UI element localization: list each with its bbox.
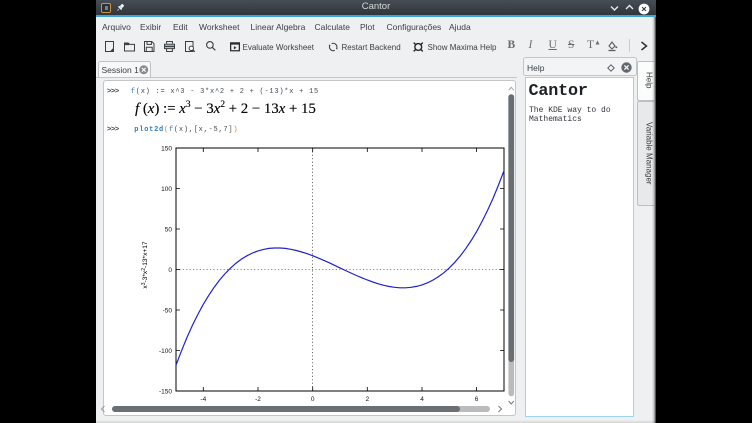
- svg-text:-4: -4: [200, 396, 206, 403]
- svg-text:x3-3*x2-13*x+17: x3-3*x2-13*x+17: [141, 241, 149, 289]
- svg-text:-2: -2: [255, 396, 261, 403]
- svg-text:150: 150: [161, 146, 172, 153]
- svg-text:4: 4: [420, 396, 424, 403]
- svg-text:0: 0: [311, 396, 315, 403]
- svg-text:-50: -50: [163, 308, 173, 315]
- svg-text:-150: -150: [159, 389, 172, 396]
- svg-text:100: 100: [161, 186, 172, 193]
- svg-text:2: 2: [365, 396, 369, 403]
- svg-text:-100: -100: [159, 348, 172, 355]
- svg-text:0: 0: [168, 267, 172, 274]
- svg-text:6: 6: [475, 396, 479, 403]
- svg-text:50: 50: [165, 227, 173, 234]
